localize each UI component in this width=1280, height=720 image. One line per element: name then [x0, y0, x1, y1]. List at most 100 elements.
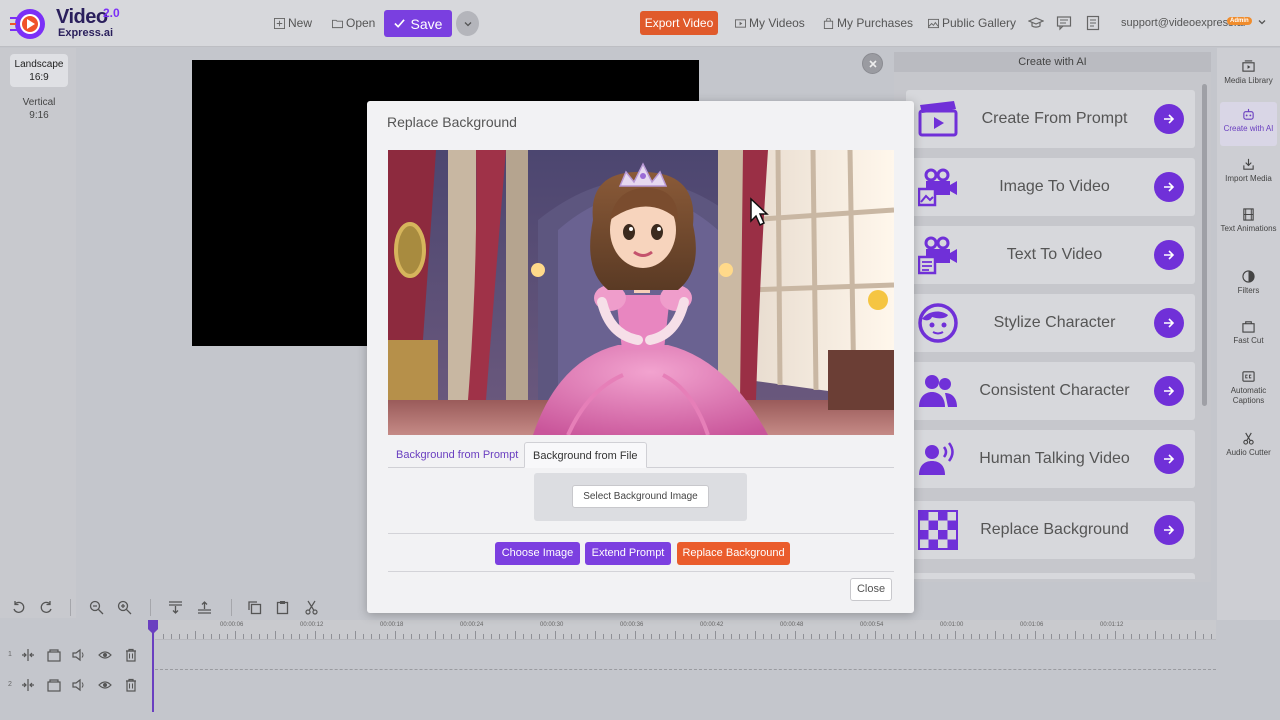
ai-card-go-button[interactable]	[1154, 104, 1184, 134]
sidebar-item-filters[interactable]: Filters	[1220, 264, 1277, 308]
align-top-icon[interactable]	[197, 600, 212, 615]
folder-icon	[332, 19, 343, 28]
ruler-tick	[995, 631, 996, 639]
ruler-tick	[1099, 634, 1100, 639]
ruler-tick	[827, 634, 828, 639]
ruler-tick	[355, 631, 356, 639]
zoom-out-icon[interactable]	[89, 600, 104, 615]
ai-card-image-to-video[interactable]: Image To Video	[906, 158, 1195, 216]
canvas-close-button[interactable]	[862, 53, 883, 74]
sidebar-item-text-animations[interactable]: Text Animations	[1220, 202, 1277, 246]
ruler-tick	[771, 634, 772, 639]
dialog-divider	[388, 533, 894, 534]
save-options-button[interactable]	[456, 11, 479, 36]
chevron-down-icon[interactable]	[1257, 17, 1267, 27]
ruler-tick	[907, 634, 908, 639]
ruler-tick	[251, 634, 252, 639]
copy-icon[interactable]	[247, 600, 262, 615]
paste-icon[interactable]	[275, 600, 290, 615]
layer-icon[interactable]	[47, 678, 61, 692]
ruler-tick	[1187, 634, 1188, 639]
tab-background-from-prompt[interactable]: Background from Prompt	[388, 442, 526, 468]
ruler-tick	[1051, 634, 1052, 639]
volume-icon[interactable]	[72, 648, 86, 662]
sidebar-item-media-library[interactable]: Media Library	[1220, 54, 1277, 98]
select-background-image-button[interactable]: Select Background Image	[572, 485, 709, 508]
ruler-tick	[1091, 634, 1092, 639]
ruler-tick	[1211, 634, 1212, 639]
extend-prompt-button[interactable]: Extend Prompt	[585, 542, 671, 565]
ai-card-go-button[interactable]	[1154, 240, 1184, 270]
public-gallery-link[interactable]: Public Gallery	[928, 16, 1016, 30]
align-bottom-icon[interactable]	[168, 600, 183, 615]
ruler-tick	[227, 634, 228, 639]
split-icon[interactable]	[21, 678, 35, 692]
sidebar-item-label: Import Media	[1225, 174, 1272, 183]
media-library-icon	[1242, 60, 1255, 72]
timeline-ruler[interactable]: 00:00:06 00:00:12 00:00:18 00:00:24 00:00:30…	[155, 620, 1216, 640]
ai-card-label: Replace Background	[980, 521, 1129, 538]
ai-card-replace-background[interactable]: Replace Background	[906, 501, 1195, 559]
sidebar-item-label: Text Animations	[1220, 224, 1277, 233]
sidebar-item-create-with-ai[interactable]: Create with AI	[1220, 102, 1277, 146]
scissors-icon[interactable]	[304, 600, 319, 615]
ruler-tick	[507, 634, 508, 639]
ai-card-go-button[interactable]	[1154, 444, 1184, 474]
choose-image-button[interactable]: Choose Image	[495, 542, 580, 565]
ai-card-human-talking-video[interactable]: Human Talking Video	[906, 430, 1195, 488]
format-vertical[interactable]: Vertical 9:16	[10, 92, 68, 125]
filter-icon	[1242, 270, 1255, 283]
app-logo[interactable]: Video Express.ai 2.0	[10, 5, 130, 43]
ruler-tick	[987, 634, 988, 639]
ruler-tick	[603, 634, 604, 639]
replace-background-button[interactable]: Replace Background	[677, 542, 790, 565]
sidebar-item-audio-cutter[interactable]: Audio Cutter	[1220, 426, 1277, 470]
document-icon[interactable]	[1085, 15, 1101, 31]
graduation-cap-icon[interactable]	[1028, 15, 1044, 31]
sidebar-item-fast-cut[interactable]: Fast Cut	[1220, 314, 1277, 358]
ruler-tick	[579, 634, 580, 639]
ruler-tick	[467, 634, 468, 639]
background-file-dropzone[interactable]: Select Background Image	[534, 473, 747, 521]
ai-card-go-button[interactable]	[1154, 376, 1184, 406]
ai-card-go-button[interactable]	[1154, 172, 1184, 202]
new-button[interactable]: New	[274, 16, 312, 30]
split-icon[interactable]	[21, 648, 35, 662]
ai-card-create-from-prompt[interactable]: Create From Prompt	[906, 90, 1195, 148]
ai-card-label: Human Talking Video	[979, 450, 1130, 467]
track-number: 2	[8, 681, 12, 688]
redo-icon[interactable]	[39, 600, 54, 615]
sidebar-item-import-media[interactable]: Import Media	[1220, 152, 1277, 196]
ai-card-go-button[interactable]	[1154, 515, 1184, 545]
open-button[interactable]: Open	[332, 16, 375, 30]
my-videos-link[interactable]: My Videos	[735, 16, 805, 30]
trash-icon[interactable]	[124, 678, 138, 692]
layer-icon[interactable]	[47, 648, 61, 662]
close-button[interactable]: Close	[850, 578, 892, 601]
my-purchases-link[interactable]: My Purchases	[823, 16, 913, 30]
ai-card-consistent-character[interactable]: Consistent Character	[906, 362, 1195, 420]
sidebar-item-automatic-captions[interactable]: Automatic Captions	[1220, 364, 1277, 408]
chat-icon[interactable]	[1056, 15, 1072, 31]
ai-card-text-to-video[interactable]: Text To Video	[906, 226, 1195, 284]
fast-cut-icon	[1242, 321, 1255, 333]
export-video-button[interactable]: Export Video	[640, 11, 718, 35]
eye-icon[interactable]	[98, 648, 112, 662]
toolbar-divider	[150, 599, 151, 616]
ruler-tick	[563, 634, 564, 639]
format-landscape[interactable]: Landscape 16:9	[10, 54, 68, 87]
ruler-tick	[963, 634, 964, 639]
eye-icon[interactable]	[98, 678, 112, 692]
ai-panel-title: Create with AI	[894, 52, 1211, 72]
ai-card-stylize-character[interactable]: Stylize Character	[906, 294, 1195, 352]
tab-background-from-file[interactable]: Background from File	[524, 442, 647, 468]
volume-icon[interactable]	[72, 678, 86, 692]
undo-icon[interactable]	[11, 600, 26, 615]
ruler-tick	[299, 634, 300, 639]
ai-panel-scrollbar[interactable]	[1202, 84, 1207, 406]
zoom-in-icon[interactable]	[117, 600, 132, 615]
trash-icon[interactable]	[124, 648, 138, 662]
save-button[interactable]: Save	[384, 10, 452, 37]
ruler-tick	[1003, 634, 1004, 639]
ai-card-go-button[interactable]	[1154, 308, 1184, 338]
